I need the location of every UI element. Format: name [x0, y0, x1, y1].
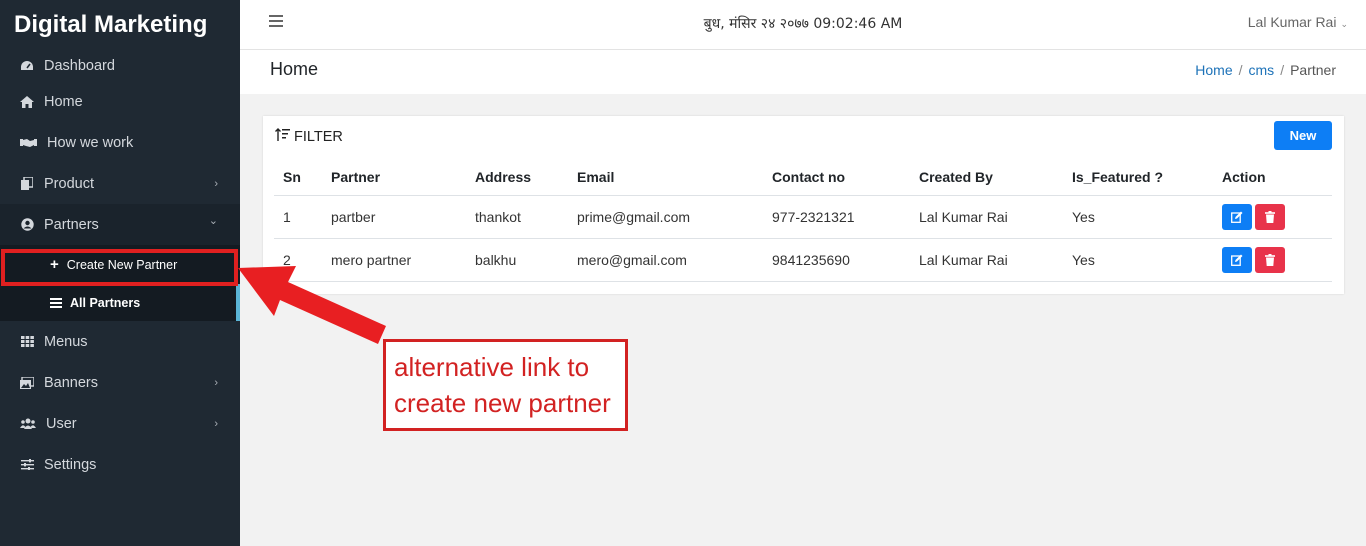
- sliders-icon: [20, 458, 34, 472]
- column-header-action: Action: [1213, 160, 1332, 196]
- filter-toggle[interactable]: FILTER: [275, 128, 343, 145]
- sidebar-item-how-we-work[interactable]: How we work: [0, 122, 240, 163]
- cell-created-by: Lal Kumar Rai: [910, 238, 1063, 282]
- images-icon: [20, 376, 34, 390]
- cell-sn: 1: [274, 195, 322, 239]
- annotation-callout: alternative link to create new partner: [383, 339, 628, 431]
- cell-action: [1213, 195, 1332, 239]
- chevron-right-icon: ›: [214, 417, 218, 430]
- chevron-down-icon: ⌄: [1340, 19, 1348, 29]
- cell-created-by: Lal Kumar Rai: [910, 195, 1063, 239]
- sidebar-item-settings[interactable]: Settings: [0, 444, 240, 485]
- cell-contact: 977-2321321: [763, 195, 910, 239]
- breadcrumb-current: Partner: [1290, 62, 1336, 78]
- cell-partner: partber: [322, 195, 466, 239]
- sidebar-item-label: User: [46, 415, 77, 432]
- sidebar-subitem-label: All Partners: [70, 295, 141, 310]
- annotation-highlight-box: [1, 249, 238, 286]
- chevron-right-icon: ›: [214, 376, 218, 389]
- cell-address: balkhu: [466, 238, 568, 282]
- user-name: Lal Kumar Rai: [1247, 14, 1337, 30]
- column-header-contact[interactable]: Contact no: [763, 160, 910, 196]
- breadcrumb-cms[interactable]: cms: [1249, 62, 1275, 78]
- sidebar-item-label: Partners: [44, 216, 99, 233]
- filter-label: FILTER: [294, 128, 343, 145]
- sidebar-item-partners[interactable]: Partners ⌄: [0, 204, 240, 245]
- chevron-down-icon: ⌄: [208, 215, 218, 227]
- sidebar-item-label: Banners: [44, 374, 99, 391]
- cell-action: [1213, 238, 1332, 282]
- cell-email: mero@gmail.com: [568, 238, 763, 282]
- delete-button[interactable]: [1255, 203, 1285, 230]
- cell-address: thankot: [466, 195, 568, 239]
- grid-icon: [20, 335, 34, 349]
- sort-filter-icon: [275, 128, 290, 145]
- user-circle-icon: [20, 218, 34, 232]
- dashboard-icon: [20, 59, 34, 73]
- breadcrumb-separator: /: [1280, 62, 1285, 78]
- column-header-email[interactable]: Email: [568, 160, 763, 196]
- edit-icon: [1231, 254, 1243, 266]
- sidebar-item-label: Home: [44, 93, 83, 110]
- brand-title[interactable]: Digital Marketing: [0, 0, 240, 50]
- sidebar-item-label: Dashboard: [44, 57, 115, 74]
- column-header-created-by[interactable]: Created By: [910, 160, 1063, 196]
- page-title: Home: [270, 59, 319, 79]
- handshake-icon: [20, 136, 37, 150]
- sidebar-item-menus[interactable]: Menus: [0, 321, 240, 362]
- sidebar-item-product[interactable]: Product ›: [0, 163, 240, 204]
- copy-icon: [20, 177, 34, 191]
- table-row: 2 mero partner balkhu mero@gmail.com 984…: [274, 238, 1332, 282]
- cell-is-featured: Yes: [1063, 238, 1213, 282]
- current-datetime: बुध, मंसिर २४ २०७७ 09:02:46 AM: [703, 16, 903, 32]
- trash-icon: [1265, 210, 1275, 223]
- breadcrumb-home[interactable]: Home: [1195, 62, 1232, 78]
- edit-icon: [1231, 211, 1243, 223]
- delete-button[interactable]: [1255, 246, 1285, 273]
- users-icon: [20, 417, 36, 431]
- sidebar-item-label: How we work: [47, 134, 134, 151]
- table-row: 1 partber thankot prime@gmail.com 977-23…: [274, 195, 1332, 239]
- new-partner-button[interactable]: New: [1274, 121, 1332, 150]
- column-header-is-featured[interactable]: Is_Featured ?: [1063, 160, 1213, 196]
- cell-email: prime@gmail.com: [568, 195, 763, 239]
- annotation-line-1: alternative link to: [394, 352, 590, 382]
- sidebar-item-home[interactable]: Home: [0, 81, 240, 122]
- edit-button[interactable]: [1222, 203, 1252, 230]
- sidebar-subitem-all-partners[interactable]: All Partners: [0, 284, 240, 321]
- column-header-partner[interactable]: Partner: [322, 160, 466, 196]
- sidebar-item-label: Settings: [44, 456, 97, 473]
- home-icon: [20, 95, 34, 109]
- column-header-address[interactable]: Address: [466, 160, 568, 196]
- cell-contact: 9841235690: [763, 238, 910, 282]
- sidebar-item-banners[interactable]: Banners ›: [0, 362, 240, 403]
- annotation-line-2: create new partner: [394, 388, 611, 418]
- partners-table: Sn Partner Address Email Contact no Crea…: [274, 160, 1332, 282]
- user-menu[interactable]: Lal Kumar Rai ⌄: [1248, 14, 1348, 30]
- trash-icon: [1265, 253, 1275, 266]
- column-header-sn[interactable]: Sn: [274, 160, 322, 196]
- sidebar-item-dashboard[interactable]: Dashboard: [0, 50, 240, 81]
- table-header-row: Sn Partner Address Email Contact no Crea…: [274, 160, 1332, 196]
- chevron-right-icon: ›: [214, 177, 218, 190]
- breadcrumb-separator: /: [1238, 62, 1243, 78]
- list-icon: [50, 297, 62, 308]
- partners-card: FILTER New Sn Partner Address Email Cont…: [263, 116, 1344, 294]
- edit-button[interactable]: [1222, 246, 1252, 273]
- annotation-arrow-icon: [238, 266, 386, 344]
- breadcrumb: Home / cms / Partner: [1195, 62, 1336, 78]
- sidebar-item-user[interactable]: User ›: [0, 403, 240, 444]
- cell-is-featured: Yes: [1063, 195, 1213, 239]
- sidebar-item-label: Product: [44, 175, 94, 192]
- top-navbar: बुध, मंसिर २४ २०७७ 09:02:46 AM Lal Kumar…: [240, 0, 1366, 50]
- page-header: Home Home / cms / Partner: [240, 50, 1366, 94]
- sidebar-item-label: Menus: [44, 333, 88, 350]
